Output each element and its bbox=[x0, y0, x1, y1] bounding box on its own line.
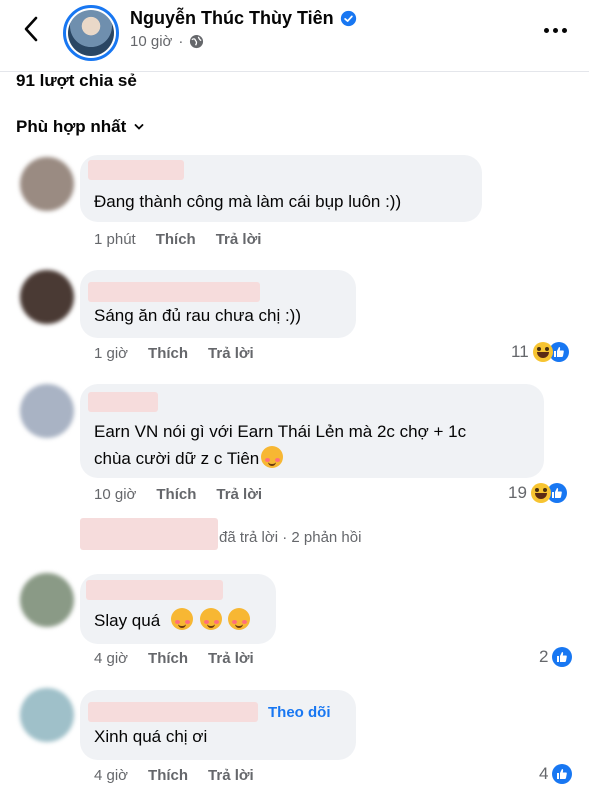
chevron-down-icon bbox=[134, 124, 144, 130]
globe-icon bbox=[190, 34, 204, 49]
comment-actions: 1 phút Thích Trả lời bbox=[94, 231, 261, 248]
comment-time[interactable]: 10 giờ bbox=[94, 486, 136, 503]
replier-name-redacted[interactable] bbox=[80, 518, 218, 550]
comment-time[interactable]: 1 phút bbox=[94, 231, 136, 248]
like-button[interactable]: Thích bbox=[148, 767, 188, 784]
like-button[interactable]: Thích bbox=[148, 345, 188, 362]
comment-text: Earn VN nói gì với Earn Thái Lẻn mà 2c c… bbox=[94, 422, 467, 441]
reply-summary[interactable]: đã trả lời · 2 phản hồi bbox=[219, 529, 361, 546]
follow-button[interactable]: Theo dõi bbox=[268, 704, 331, 721]
author-name[interactable]: Nguyễn Thúc Thùy Tiên bbox=[130, 8, 334, 29]
like-button[interactable]: Thích bbox=[156, 486, 196, 503]
reaction-summary[interactable]: 11 bbox=[511, 342, 569, 362]
post-header: Nguyễn Thúc Thùy Tiên 10 giờ · bbox=[0, 0, 589, 72]
comment-actions: 4 giờ Thích Trả lời bbox=[94, 650, 254, 667]
reply-button[interactable]: Trả lời bbox=[216, 486, 262, 503]
commenter-avatar[interactable] bbox=[20, 270, 74, 324]
haha-reaction-icon bbox=[532, 342, 553, 362]
post-time[interactable]: 10 giờ bbox=[130, 33, 172, 50]
commenter-avatar[interactable] bbox=[20, 573, 74, 627]
reply-button[interactable]: Trả lời bbox=[208, 345, 254, 362]
like-button[interactable]: Thích bbox=[156, 231, 196, 248]
smiling-hearts-emoji-icon bbox=[170, 608, 193, 630]
comment-text: Xinh quá chị ơi bbox=[94, 727, 208, 746]
commenter-name-redacted[interactable] bbox=[88, 702, 258, 722]
commenter-avatar[interactable] bbox=[20, 384, 74, 438]
replied-text: đã trả lời bbox=[219, 529, 279, 546]
comment-text: Sáng ăn đủ rau chưa chị :)) bbox=[94, 306, 301, 325]
reaction-summary[interactable]: 4 bbox=[539, 764, 573, 784]
share-count[interactable]: 91 lượt chia sẻ bbox=[16, 71, 137, 91]
commenter-avatar[interactable] bbox=[20, 157, 74, 211]
commenter-name-redacted[interactable] bbox=[86, 580, 223, 600]
post-meta: 10 giờ · bbox=[130, 33, 204, 50]
like-reaction-icon bbox=[552, 764, 573, 784]
commenter-name-redacted[interactable] bbox=[88, 282, 260, 302]
more-dots-icon bbox=[543, 27, 549, 33]
comment-actions: 1 giờ Thích Trả lời bbox=[94, 345, 254, 362]
reaction-count: 11 bbox=[511, 342, 529, 361]
reply-button[interactable]: Trả lời bbox=[208, 650, 254, 667]
rofl-emoji-icon bbox=[261, 446, 284, 468]
like-reaction-icon bbox=[552, 647, 573, 667]
smiling-hearts-emoji-icon bbox=[199, 608, 222, 630]
comment-text: Đang thành công mà làm cái bụp luôn :)) bbox=[94, 192, 402, 211]
commenter-avatar[interactable] bbox=[20, 688, 74, 742]
commenter-name-redacted[interactable] bbox=[88, 160, 184, 180]
reply-button[interactable]: Trả lời bbox=[216, 231, 262, 248]
haha-reaction-icon bbox=[530, 483, 551, 503]
more-options-button[interactable] bbox=[540, 22, 570, 38]
author-name-row[interactable]: Nguyễn Thúc Thùy Tiên bbox=[130, 8, 357, 29]
sort-dropdown[interactable]: Phù hợp nhất bbox=[16, 117, 144, 137]
commenter-name-redacted[interactable] bbox=[88, 392, 158, 412]
comment-actions: 10 giờ Thích Trả lời bbox=[94, 486, 262, 503]
reaction-summary[interactable]: 19 bbox=[508, 483, 567, 503]
reaction-count: 2 bbox=[539, 647, 549, 666]
comment-time[interactable]: 4 giờ bbox=[94, 650, 128, 667]
like-button[interactable]: Thích bbox=[148, 650, 188, 667]
comment-text: Slay quá bbox=[94, 608, 251, 633]
reaction-count: 4 bbox=[539, 764, 549, 783]
back-button[interactable] bbox=[14, 12, 48, 46]
comment-time[interactable]: 4 giờ bbox=[94, 767, 128, 784]
sort-label: Phù hợp nhất bbox=[16, 117, 127, 136]
reaction-count: 19 bbox=[508, 483, 527, 502]
verified-badge-icon bbox=[340, 10, 356, 27]
chevron-left-icon bbox=[24, 16, 38, 42]
smiling-hearts-emoji-icon bbox=[228, 608, 251, 630]
author-avatar[interactable] bbox=[63, 5, 119, 61]
reply-button[interactable]: Trả lời bbox=[208, 767, 254, 784]
comment-time[interactable]: 1 giờ bbox=[94, 345, 128, 362]
reaction-summary[interactable]: 2 bbox=[539, 647, 573, 667]
reply-count: 2 phản hồi bbox=[291, 529, 362, 546]
comment-actions: 4 giờ Thích Trả lời bbox=[94, 767, 254, 784]
comment-text-line-2: chùa cười dữ z c Tiên bbox=[94, 446, 284, 471]
